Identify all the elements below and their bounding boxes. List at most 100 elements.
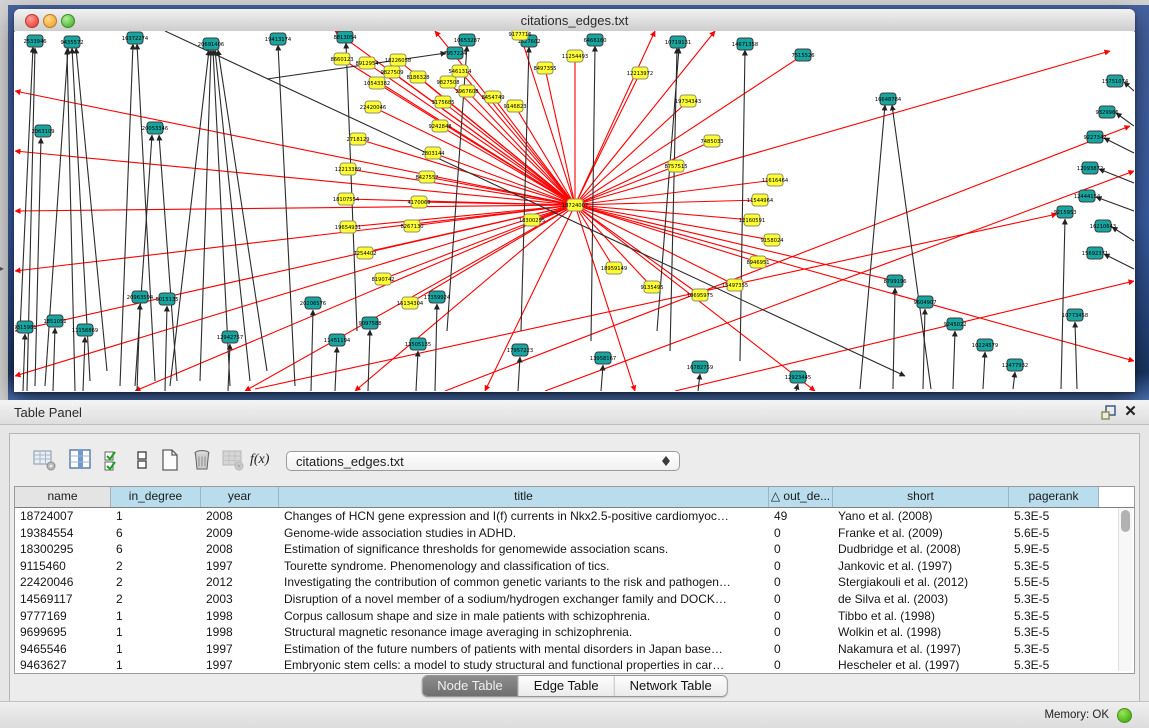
cell-out_de[interactable]: 0: [769, 641, 833, 658]
cell-pagerank[interactable]: 5.3E-5: [1009, 608, 1099, 625]
cell-year[interactable]: 1998: [201, 608, 279, 625]
cell-title[interactable]: Estimation of significance thresholds fo…: [279, 541, 769, 558]
graph-node[interactable]: 8813054: [333, 31, 357, 43]
column-header-out_de[interactable]: △ out_de...: [769, 487, 833, 507]
table-vertical-scrollbar[interactable]: [1118, 508, 1132, 671]
graph-node[interactable]: 1851051: [43, 315, 66, 327]
cell-title[interactable]: Structural magnetic resonance image aver…: [279, 624, 769, 641]
graph-node[interactable]: 8427552: [415, 171, 438, 183]
graph-node[interactable]: 9315981: [15, 321, 37, 333]
table-row[interactable]: 1872400712008Changes of HCN gene express…: [15, 508, 1134, 525]
graph-node[interactable]: 11544964: [747, 194, 774, 206]
graph-node[interactable]: 18226058: [385, 54, 411, 66]
select-columns-button[interactable]: [100, 447, 126, 473]
cell-pagerank[interactable]: 5.5E-5: [1009, 574, 1099, 591]
graph-node[interactable]: 14671358: [732, 38, 758, 50]
graph-node[interactable]: 8946951: [746, 256, 769, 268]
graph-node[interactable]: 11254493: [562, 50, 588, 62]
graph-node[interactable]: 5461314: [448, 65, 472, 77]
cell-pagerank[interactable]: 5.9E-5: [1009, 541, 1099, 558]
cell-title[interactable]: Tourette syndrome. Phenomenology and cla…: [279, 558, 769, 575]
graph-node[interactable]: 15751074: [1102, 75, 1129, 87]
cell-year[interactable]: 2003: [201, 591, 279, 608]
cell-in_degree[interactable]: 2: [111, 591, 201, 608]
cell-in_degree[interactable]: 1: [111, 641, 201, 658]
cell-in_degree[interactable]: 1: [111, 657, 201, 674]
scrollbar-thumb[interactable]: [1121, 510, 1130, 532]
graph-node[interactable]: 20206576: [300, 297, 326, 309]
cell-title[interactable]: Investigating the contribution of common…: [279, 574, 769, 591]
graph-node[interactable]: 2967608: [455, 85, 478, 97]
citation-network-graph[interactable]: 2533946943557216372274206914061941317488…: [15, 31, 1134, 391]
cell-title[interactable]: Genome-wide association studies in ADHD.: [279, 525, 769, 542]
cell-short[interactable]: Yano et al. (2008): [833, 508, 1009, 525]
cell-out_de[interactable]: 0: [769, 591, 833, 608]
cell-name[interactable]: 9777169: [15, 608, 111, 625]
cell-in_degree[interactable]: 6: [111, 525, 201, 542]
graph-node[interactable]: 12942757: [217, 331, 243, 343]
table-row[interactable]: 1938455462009Genome-wide association stu…: [15, 525, 1134, 542]
graph-node[interactable]: 7254402: [353, 247, 376, 259]
graph-node[interactable]: 17957223: [507, 344, 533, 356]
cell-name[interactable]: 9115460: [15, 558, 111, 575]
graph-node[interactable]: 2718129: [346, 133, 369, 145]
graph-node[interactable]: 9158024: [760, 234, 784, 246]
graph-node[interactable]: 9227342: [1083, 131, 1106, 143]
graph-node[interactable]: 16210643: [1090, 220, 1116, 232]
column-header-in_degree[interactable]: in_degree: [111, 487, 201, 507]
graph-node[interactable]: 9177716: [508, 31, 531, 40]
graph-node[interactable]: 16372274: [122, 32, 149, 44]
graph-node[interactable]: 9242848: [428, 120, 451, 132]
graph-node[interactable]: 8454749: [481, 91, 504, 103]
graph-node[interactable]: 8799196: [883, 275, 906, 287]
graph-node[interactable]: 9329966: [1095, 106, 1118, 118]
cell-name[interactable]: 19384554: [15, 525, 111, 542]
graph-node[interactable]: 19413174: [265, 33, 292, 45]
graph-node[interactable]: 18959149: [601, 262, 627, 274]
graph-node[interactable]: 10719131: [665, 36, 691, 48]
cell-name[interactable]: 9463627: [15, 657, 111, 674]
cell-title[interactable]: Corpus callosum shape and size in male p…: [279, 608, 769, 625]
graph-node[interactable]: 12477932: [1002, 359, 1028, 371]
graph-node[interactable]: 2063109: [31, 125, 54, 137]
graph-node[interactable]: 7515526: [791, 49, 814, 61]
graph-node[interactable]: 18107554: [333, 193, 360, 205]
cell-year[interactable]: 1997: [201, 657, 279, 674]
graph-node[interactable]: 16782759: [687, 361, 713, 373]
cell-name[interactable]: 18300295: [15, 541, 111, 558]
graph-node[interactable]: 6466160: [583, 34, 606, 46]
delete-column-button[interactable]: [189, 447, 215, 473]
cell-in_degree[interactable]: 1: [111, 508, 201, 525]
cell-pagerank[interactable]: 5.3E-5: [1009, 508, 1099, 525]
cell-in_degree[interactable]: 2: [111, 558, 201, 575]
cell-out_de[interactable]: 0: [769, 525, 833, 542]
cell-title[interactable]: Changes of HCN gene expression and I(f) …: [279, 508, 769, 525]
cell-pagerank[interactable]: 5.3E-5: [1009, 591, 1099, 608]
cell-pagerank[interactable]: 5.3E-5: [1009, 657, 1099, 674]
graph-node[interactable]: 10224579: [972, 339, 998, 351]
cell-year[interactable]: 2012: [201, 574, 279, 591]
cell-in_degree[interactable]: 1: [111, 608, 201, 625]
graph-node[interactable]: 9827508: [436, 76, 459, 88]
cell-title[interactable]: Embryonic stem cells: a model to study s…: [279, 657, 769, 674]
cell-out_de[interactable]: 0: [769, 541, 833, 558]
graph-node[interactable]: 8186328: [406, 71, 429, 83]
graph-node[interactable]: 15692371: [1082, 247, 1108, 259]
table-row[interactable]: 911546021997Tourette syndrome. Phenomeno…: [15, 558, 1134, 575]
column-header-year[interactable]: year: [201, 487, 279, 507]
column-header-name[interactable]: name: [15, 487, 111, 507]
cell-short[interactable]: Franke et al. (2009): [833, 525, 1009, 542]
cell-in_degree[interactable]: 1: [111, 624, 201, 641]
cell-pagerank[interactable]: 5.3E-5: [1009, 624, 1099, 641]
cell-name[interactable]: 18724007: [15, 508, 111, 525]
graph-node[interactable]: 9135495: [640, 281, 663, 293]
float-panel-button[interactable]: [1100, 404, 1117, 421]
window-titlebar[interactable]: citations_edges.txt: [14, 9, 1135, 32]
graph-node[interactable]: 8912954: [355, 57, 379, 69]
cell-short[interactable]: Stergiakouli et al. (2012): [833, 574, 1009, 591]
graph-node[interactable]: 12923445: [785, 371, 811, 383]
graph-node[interactable]: 12213389: [335, 163, 361, 175]
cell-out_de[interactable]: 49: [769, 508, 833, 525]
graph-node[interactable]: 5015135: [155, 293, 178, 305]
table-row[interactable]: 1456911722003Disruption of a novel membe…: [15, 591, 1134, 608]
